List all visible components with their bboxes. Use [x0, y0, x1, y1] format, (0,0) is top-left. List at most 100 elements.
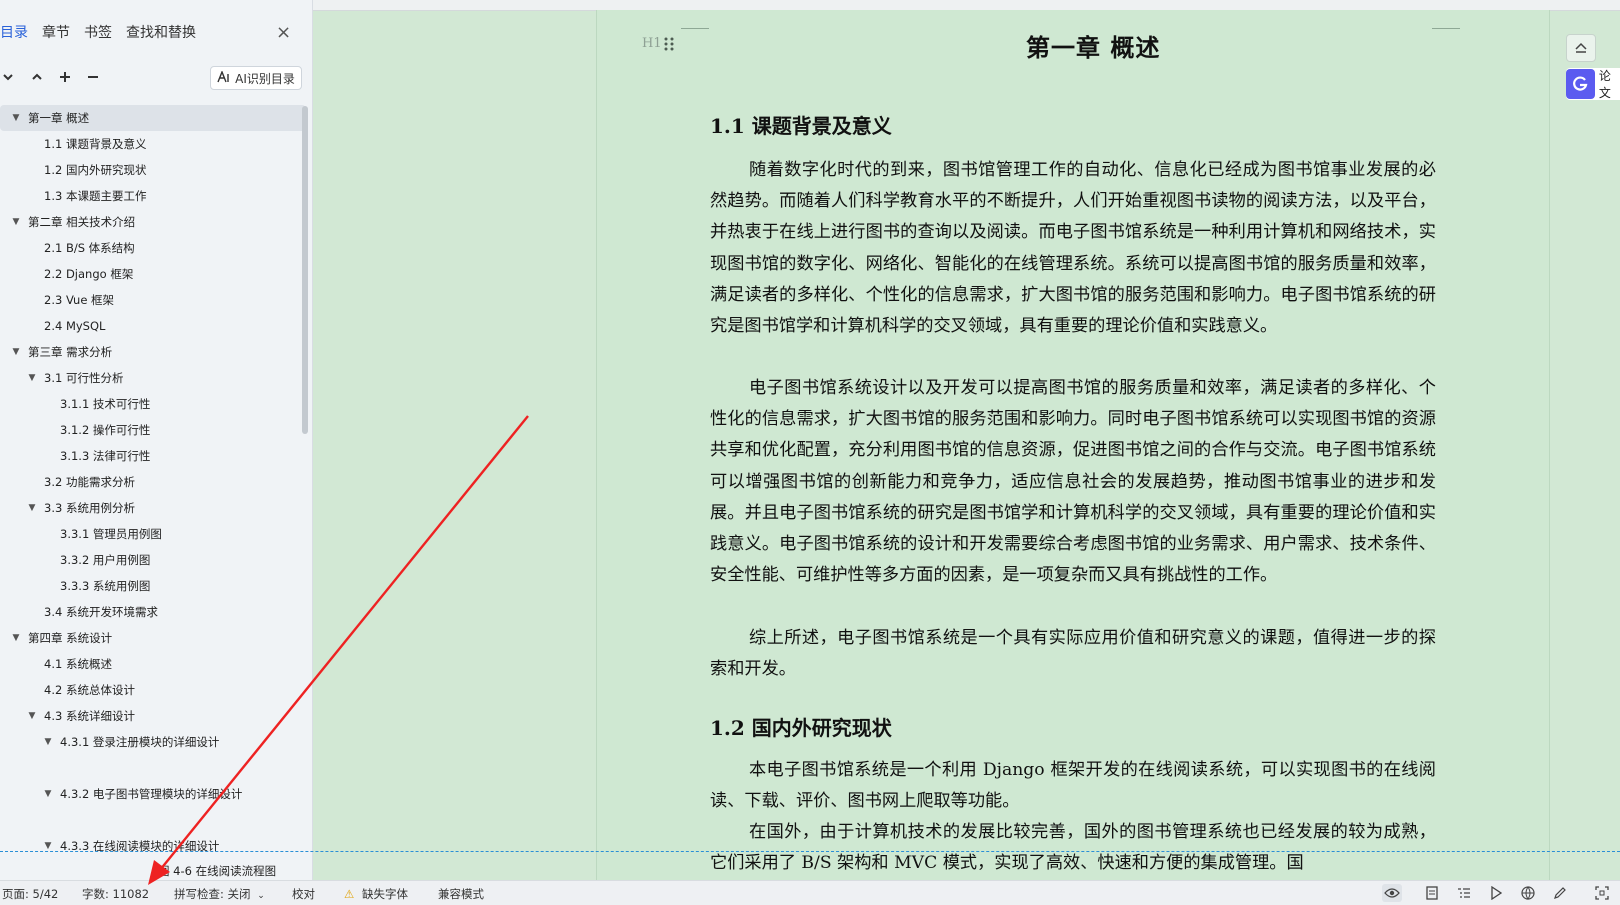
section-title: 1.2 国内外研究现状 [710, 716, 892, 740]
warning-icon: ⚠ [344, 887, 355, 901]
caret-down-icon[interactable]: ▼ [8, 347, 24, 357]
close-icon[interactable]: × [276, 22, 291, 43]
outline-item[interactable]: 2.2 Django 框架 [0, 261, 300, 287]
outline-item-label: 3.3.1 管理员用例图 [60, 527, 162, 541]
outline-item-label: 4.1 系统概述 [44, 657, 112, 671]
outline-item[interactable]: 3.3.2 用户用例图 [0, 547, 300, 573]
outline-item[interactable]: 3.4 系统开发环境需求 [0, 599, 300, 625]
navigation-pane: 目录 章节 书签 查找和替换 × AI识别目录 ▼ 第一章 概述 1.1 课题背景及… [0, 0, 313, 880]
tab-find-replace[interactable]: 查找和替换 [126, 22, 196, 48]
outline-item[interactable]: 3.1.3 法律可行性 [0, 443, 300, 469]
chapter-title: 第一章 概述 [1026, 33, 1161, 62]
outline-item[interactable]: 3.3.1 管理员用例图 [0, 521, 300, 547]
chevron-up-icon[interactable] [25, 66, 49, 88]
page-corner-mark [681, 14, 709, 29]
outline-item-label: 4.3.2 电子图书管理模块的详细设计 [60, 787, 243, 801]
outline-item-label: 3.3.2 用户用例图 [60, 553, 151, 567]
outline-item[interactable]: ▼ 4.3.3 在线阅读模块的详细设计 [0, 833, 300, 859]
outline-scrollbar[interactable] [302, 106, 308, 434]
outline-item-label: 第一章 概述 [28, 111, 90, 125]
outline-item-label: 3.3.3 系统用例图 [60, 579, 151, 593]
paper-assistant-label: 论文 [1598, 69, 1611, 100]
collapse-ribbon-button[interactable] [1566, 34, 1596, 62]
caret-down-icon[interactable]: ▼ [24, 711, 40, 721]
caret-down-icon[interactable]: ▼ [8, 633, 24, 643]
outline-item[interactable]: ▼ 4.3.2 电子图书管理模块的详细设计 [0, 781, 300, 807]
outline-item[interactable]: 4.2 系统总体设计 [0, 677, 300, 703]
outline-item-label: 3.4 系统开发环境需求 [44, 605, 158, 619]
outline-item[interactable]: 1.2 国内外研究现状 [0, 157, 300, 183]
outline-item[interactable]: ▼ 4.3 系统详细设计 [0, 703, 300, 729]
caret-down-icon[interactable]: ▼ [8, 113, 24, 123]
outline-item-label: 1.1 课题背景及意义 [44, 137, 147, 151]
outline-view-icon[interactable] [1454, 884, 1474, 902]
outline-item[interactable]: 2.1 B/S 体系结构 [0, 235, 300, 261]
ai-button-label: AI识别目录 [235, 71, 295, 86]
outline-item[interactable]: 1.1 课题背景及意义 [0, 131, 300, 157]
tab-chapters[interactable]: 章节 [42, 22, 70, 48]
caret-down-icon[interactable]: ▼ [24, 373, 40, 383]
missing-font-label: 缺失字体 [361, 887, 408, 901]
outline-item[interactable]: ▼ 第三章 需求分析 [0, 339, 300, 365]
outline-item[interactable]: 3.1.1 技术可行性 [0, 391, 300, 417]
spell-check-toggle[interactable]: 拼写检查: 关闭 ⌄ [174, 886, 265, 902]
play-icon[interactable] [1486, 884, 1506, 902]
page-view-icon[interactable] [1422, 884, 1442, 902]
caret-down-icon[interactable]: ▼ [40, 737, 56, 747]
chevron-down-icon[interactable] [0, 66, 20, 88]
outline-item-label: 4.2 系统总体设计 [44, 683, 135, 697]
page-corner-mark [1432, 14, 1460, 29]
ai-icon [217, 69, 231, 86]
word-count[interactable]: 字数: 11082 [82, 886, 149, 902]
compat-mode-indicator[interactable]: 兼容模式 [438, 886, 484, 902]
outline-item[interactable]: ▼ 第四章 系统设计 [0, 625, 300, 651]
heading-level-marker: H1 [642, 36, 662, 51]
pen-icon[interactable] [1550, 884, 1570, 902]
paragraph: 在国外，由于计算机技术的发展比较完善，国外的图书管理系统也已经发展的较为成熟，它… [710, 822, 1436, 874]
outline-gap [0, 807, 300, 833]
status-bar: 页面: 5/42 字数: 11082 拼写检查: 关闭 ⌄ 校对 ⚠ 缺失字体 … [0, 880, 1620, 905]
paper-assistant-icon [1566, 69, 1595, 99]
outline-item[interactable]: ▼ 4.3.1 登录注册模块的详细设计 [0, 729, 300, 755]
outline-item-label: 图 4-6 在线阅读流程图 [158, 864, 277, 878]
paragraph: 随着数字化时代的到来，图书馆管理工作的自动化、信息化已经成为图书馆事业发展的必然… [710, 160, 1436, 337]
outline-item-label: 1.2 国内外研究现状 [44, 163, 147, 177]
caret-down-icon[interactable]: ▼ [8, 217, 24, 227]
outline-item[interactable]: 3.1.2 操作可行性 [0, 417, 300, 443]
nav-tabs: 目录 章节 书签 查找和替换 [0, 22, 210, 48]
outline-item[interactable]: 2.3 Vue 框架 [0, 287, 300, 313]
outline-item[interactable]: 4.1 系统概述 [0, 651, 300, 677]
caret-down-icon[interactable]: ▼ [40, 789, 56, 799]
outline-item[interactable]: 3.2 功能需求分析 [0, 469, 300, 495]
tab-toc[interactable]: 目录 [0, 22, 28, 48]
outline-item-label: 第四章 系统设计 [28, 631, 113, 645]
outline-item[interactable]: ▼ 3.3 系统用例分析 [0, 495, 300, 521]
outline-item-label: 第三章 需求分析 [28, 345, 113, 359]
paper-assistant-button[interactable]: 论文 [1566, 68, 1620, 100]
plus-icon[interactable] [53, 66, 77, 88]
missing-font-button[interactable]: ⚠ 缺失字体 [344, 886, 408, 902]
outline-item-label: 2.2 Django 框架 [44, 267, 134, 281]
minus-icon[interactable] [81, 66, 105, 88]
proofread-button[interactable]: 校对 [292, 886, 315, 902]
paragraph: 电子图书馆系统设计以及开发可以提高图书馆的服务质量和效率，满足读者的多样化、个性… [710, 378, 1436, 586]
fullscreen-icon[interactable] [1592, 884, 1612, 902]
outline-item[interactable]: ▼ 第一章 概述 [0, 105, 306, 131]
page-indicator[interactable]: 页面: 5/42 [2, 886, 58, 902]
globe-icon[interactable] [1518, 884, 1538, 902]
outline-item[interactable]: 2.4 MySQL [0, 313, 300, 339]
ai-recognize-toc-button[interactable]: AI识别目录 [210, 66, 302, 90]
outline-item[interactable]: 图 4-6 在线阅读流程图 [0, 858, 300, 880]
drag-handle-icon[interactable] [664, 36, 674, 56]
outline-item[interactable]: 3.3.3 系统用例图 [0, 573, 300, 599]
outline-item[interactable]: ▼ 3.1 可行性分析 [0, 365, 300, 391]
outline-item-label: 第二章 相关技术介绍 [28, 215, 136, 229]
spell-check-label: 拼写检查: 关闭 [174, 887, 251, 901]
outline-item-label: 3.2 功能需求分析 [44, 475, 135, 489]
tab-bookmarks[interactable]: 书签 [84, 22, 112, 48]
eye-icon[interactable] [1382, 884, 1402, 902]
caret-down-icon[interactable]: ▼ [24, 503, 40, 513]
outline-item[interactable]: 1.3 本课题主要工作 [0, 183, 300, 209]
caret-down-icon[interactable]: ▼ [40, 841, 56, 851]
outline-item[interactable]: ▼ 第二章 相关技术介绍 [0, 209, 300, 235]
